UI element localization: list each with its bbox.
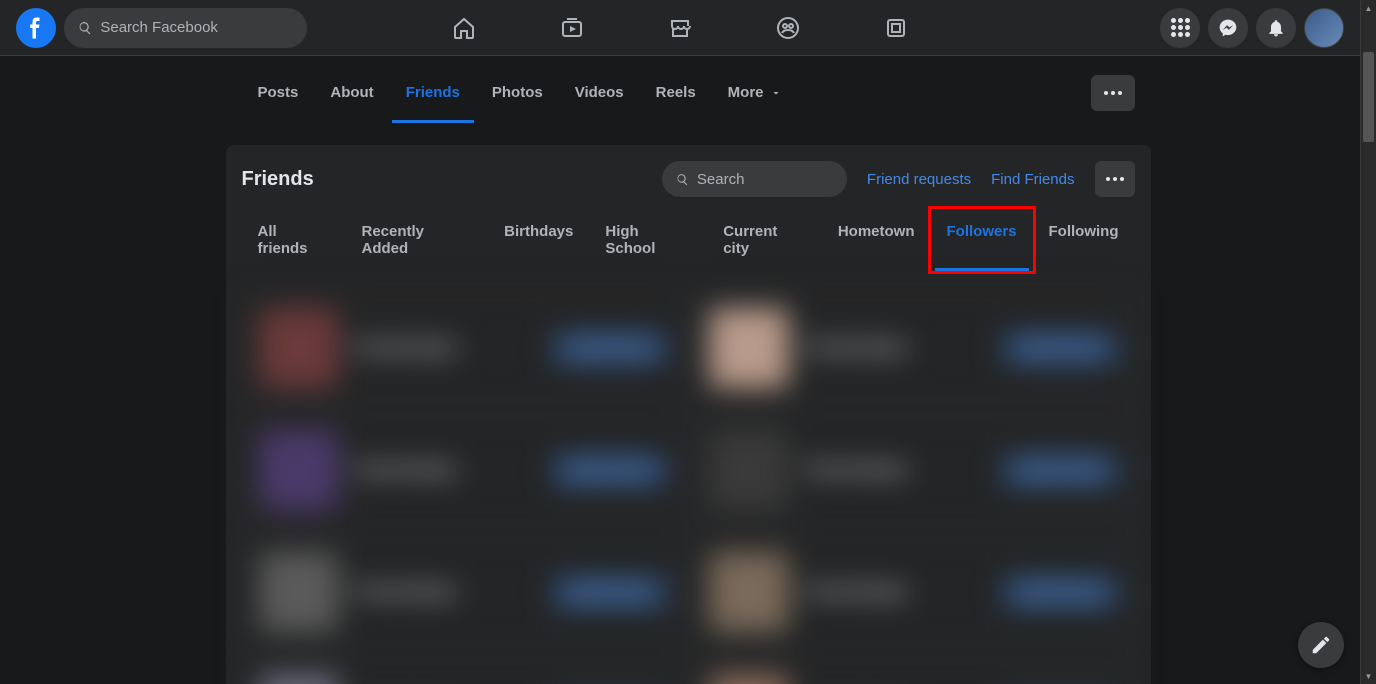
grid-icon bbox=[1171, 18, 1190, 37]
compose-icon bbox=[1310, 634, 1332, 656]
friend-item[interactable]: Friend Name Add Friend bbox=[692, 657, 1135, 684]
profile-tabs: Posts About Friends Photos Videos Reels … bbox=[226, 56, 1151, 129]
friends-more-button[interactable] bbox=[1095, 161, 1135, 197]
friend-action-button[interactable]: Add Friend bbox=[552, 454, 667, 487]
friend-item[interactable]: Friend Name Add Friend bbox=[692, 291, 1135, 405]
gaming-icon[interactable] bbox=[882, 14, 910, 42]
friend-action-button[interactable]: Add Friend bbox=[552, 332, 667, 365]
friend-name: Friend Name bbox=[355, 460, 536, 480]
friend-item[interactable]: Friend Name Add Friend bbox=[242, 535, 685, 649]
tab-about[interactable]: About bbox=[314, 63, 389, 123]
global-search[interactable] bbox=[64, 8, 307, 48]
friend-avatar bbox=[709, 674, 789, 684]
friend-action-button[interactable]: Add Friend bbox=[1002, 332, 1117, 365]
scrollbar-up-icon[interactable]: ▲ bbox=[1361, 0, 1376, 16]
groups-icon[interactable] bbox=[774, 14, 802, 42]
filter-high-school[interactable]: High School bbox=[589, 209, 707, 271]
filter-recently-added[interactable]: Recently Added bbox=[345, 209, 488, 271]
friend-requests-link[interactable]: Friend requests bbox=[867, 171, 971, 188]
filter-current-city[interactable]: Current city bbox=[707, 209, 822, 271]
tab-more-label: More bbox=[728, 84, 764, 101]
tab-reels[interactable]: Reels bbox=[640, 63, 712, 123]
friend-item[interactable]: Friend Name Add Friend bbox=[242, 291, 685, 405]
friend-avatar bbox=[709, 308, 789, 388]
notifications-button[interactable] bbox=[1256, 8, 1296, 48]
friend-action-button[interactable]: Add Friend bbox=[1002, 454, 1117, 487]
tab-friends[interactable]: Friends bbox=[390, 63, 476, 123]
compose-button[interactable] bbox=[1298, 622, 1344, 668]
scrollbar-track[interactable] bbox=[1361, 16, 1376, 668]
friends-card-header: Friends Friend requests Find Friends bbox=[226, 161, 1151, 209]
friend-name: Friend Name bbox=[805, 338, 986, 358]
topbar bbox=[0, 0, 1360, 56]
friends-search-input[interactable] bbox=[697, 171, 833, 188]
dots-icon bbox=[1106, 177, 1124, 181]
friend-name: Friend Name bbox=[805, 582, 986, 602]
friend-item[interactable]: Friend Name Add Friend bbox=[692, 413, 1135, 527]
filter-all-friends[interactable]: All friends bbox=[242, 209, 346, 271]
tab-videos[interactable]: Videos bbox=[559, 63, 640, 123]
watch-icon[interactable] bbox=[558, 14, 586, 42]
friend-name: Friend Name bbox=[355, 338, 536, 358]
friend-item[interactable]: Friend Name Add Friend bbox=[242, 657, 685, 684]
caret-down-icon bbox=[770, 87, 782, 99]
friends-title: Friends bbox=[242, 168, 314, 191]
friends-header-actions: Friend requests Find Friends bbox=[662, 161, 1135, 197]
friends-filter-tabs: All friends Recently Added Birthdays Hig… bbox=[226, 209, 1151, 271]
os-scrollbar[interactable]: ▲ ▼ bbox=[1360, 0, 1376, 684]
friend-name: Friend Name bbox=[805, 460, 986, 480]
home-icon[interactable] bbox=[450, 14, 478, 42]
friend-avatar bbox=[259, 308, 339, 388]
friend-avatar bbox=[259, 552, 339, 632]
friend-name: Friend Name bbox=[355, 582, 536, 602]
filter-following[interactable]: Following bbox=[1033, 209, 1135, 271]
filter-hometown[interactable]: Hometown bbox=[822, 209, 931, 271]
friend-avatar bbox=[259, 674, 339, 684]
filter-birthdays[interactable]: Birthdays bbox=[488, 209, 589, 271]
find-friends-link[interactable]: Find Friends bbox=[991, 171, 1074, 188]
top-right-controls bbox=[1160, 8, 1344, 48]
tab-photos[interactable]: Photos bbox=[476, 63, 559, 123]
account-avatar[interactable] bbox=[1304, 8, 1344, 48]
page-content: Posts About Friends Photos Videos Reels … bbox=[0, 0, 1376, 684]
search-icon bbox=[676, 172, 689, 187]
scrollbar-down-icon[interactable]: ▼ bbox=[1361, 668, 1376, 684]
marketplace-icon[interactable] bbox=[666, 14, 694, 42]
friend-action-button[interactable]: Add Friend bbox=[1002, 576, 1117, 609]
friends-search[interactable] bbox=[662, 161, 847, 197]
scrollbar-thumb[interactable] bbox=[1363, 52, 1374, 142]
tab-more[interactable]: More bbox=[712, 63, 798, 123]
global-search-input[interactable] bbox=[100, 19, 293, 36]
profile-actions-button[interactable] bbox=[1091, 75, 1135, 111]
friends-card: Friends Friend requests Find Friends All… bbox=[226, 145, 1151, 684]
friend-avatar bbox=[709, 430, 789, 510]
filter-followers[interactable]: Followers bbox=[928, 206, 1036, 274]
friend-item[interactable]: Friend Name Add Friend bbox=[242, 413, 685, 527]
tab-posts[interactable]: Posts bbox=[242, 63, 315, 123]
menu-button[interactable] bbox=[1160, 8, 1200, 48]
friend-action-button[interactable]: Add Friend bbox=[552, 576, 667, 609]
friend-avatar bbox=[259, 430, 339, 510]
search-icon bbox=[78, 20, 92, 36]
friends-grid: Friend Name Add Friend Friend Name Add F… bbox=[226, 271, 1151, 684]
messenger-button[interactable] bbox=[1208, 8, 1248, 48]
friend-avatar bbox=[709, 552, 789, 632]
friend-item[interactable]: Friend Name Add Friend bbox=[692, 535, 1135, 649]
dots-icon bbox=[1104, 91, 1122, 95]
facebook-logo[interactable] bbox=[16, 8, 56, 48]
top-nav bbox=[450, 14, 910, 42]
